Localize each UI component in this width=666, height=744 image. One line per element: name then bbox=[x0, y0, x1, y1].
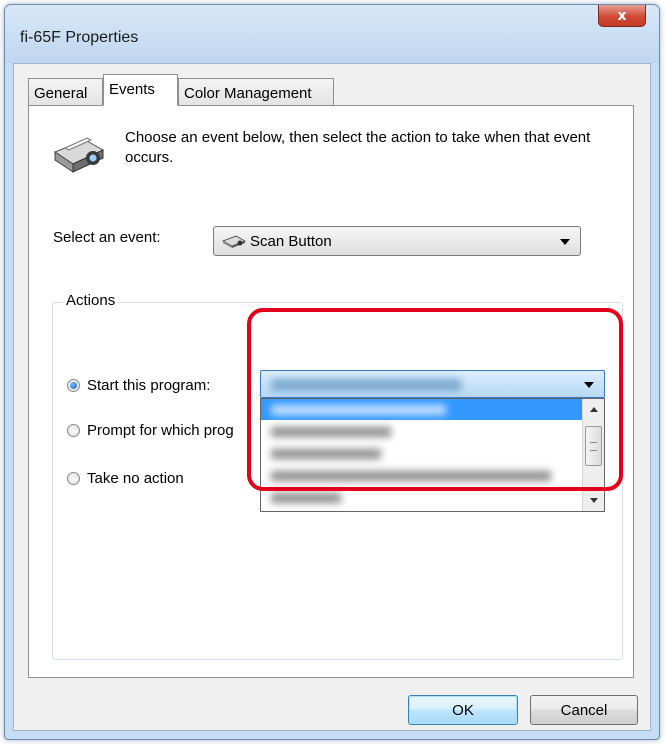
title-bar[interactable]: fi-65F Properties x bbox=[5, 5, 659, 63]
list-item[interactable] bbox=[261, 443, 582, 464]
ok-button-label: OK bbox=[452, 701, 474, 719]
event-select-value: Scan Button bbox=[250, 232, 332, 250]
scroll-thumb[interactable] bbox=[585, 426, 602, 466]
radio-prompt-program-label: Prompt for which prog bbox=[87, 422, 234, 439]
dialog-client-area: General Events Color Management Choose a… bbox=[13, 63, 651, 731]
radio-icon[interactable] bbox=[67, 424, 80, 437]
tab-color-management-label: Color Management bbox=[184, 85, 312, 102]
close-icon: x bbox=[617, 7, 627, 24]
cancel-button[interactable]: Cancel bbox=[530, 695, 638, 725]
event-select[interactable]: Scan Button bbox=[213, 226, 581, 256]
program-select-value-obscured bbox=[271, 379, 461, 391]
events-panel: Choose an event below, then select the a… bbox=[28, 105, 634, 678]
scroll-down-icon[interactable] bbox=[585, 492, 602, 509]
chevron-down-icon bbox=[584, 382, 594, 388]
radio-icon[interactable] bbox=[67, 379, 80, 392]
radio-icon[interactable] bbox=[67, 472, 80, 485]
program-select[interactable] bbox=[260, 370, 605, 398]
tab-color-management[interactable]: Color Management bbox=[178, 78, 334, 106]
list-item[interactable] bbox=[261, 465, 582, 486]
list-scrollbar[interactable] bbox=[582, 399, 604, 511]
close-button[interactable]: x bbox=[598, 5, 646, 27]
list-item[interactable] bbox=[261, 421, 582, 442]
chevron-down-icon bbox=[560, 239, 570, 245]
window-title: fi-65F Properties bbox=[20, 29, 139, 46]
properties-window: fi-65F Properties x General Events Color… bbox=[4, 4, 660, 740]
radio-start-program[interactable]: Start this program: bbox=[67, 377, 210, 394]
event-label: Select an event: bbox=[53, 229, 161, 246]
tab-events[interactable]: Events bbox=[103, 74, 178, 106]
scanner-icon bbox=[53, 137, 105, 173]
list-item[interactable] bbox=[261, 399, 582, 420]
program-dropdown-list[interactable] bbox=[260, 398, 605, 512]
intro-text: Choose an event below, then select the a… bbox=[125, 129, 591, 166]
cancel-button-label: Cancel bbox=[560, 701, 608, 719]
tab-general-label: General bbox=[34, 85, 88, 102]
radio-prompt-program[interactable]: Prompt for which prog bbox=[67, 422, 234, 439]
list-item[interactable] bbox=[261, 487, 582, 508]
ok-button[interactable]: OK bbox=[408, 695, 518, 725]
radio-take-no-action[interactable]: Take no action bbox=[67, 470, 184, 487]
radio-take-no-action-label: Take no action bbox=[87, 470, 184, 487]
scanner-small-icon bbox=[222, 235, 246, 248]
tab-general[interactable]: General bbox=[28, 78, 103, 106]
actions-group-label: Actions bbox=[63, 292, 119, 309]
radio-start-program-label: Start this program: bbox=[87, 377, 211, 394]
tab-events-label: Events bbox=[109, 81, 155, 98]
scroll-up-icon[interactable] bbox=[585, 401, 602, 418]
